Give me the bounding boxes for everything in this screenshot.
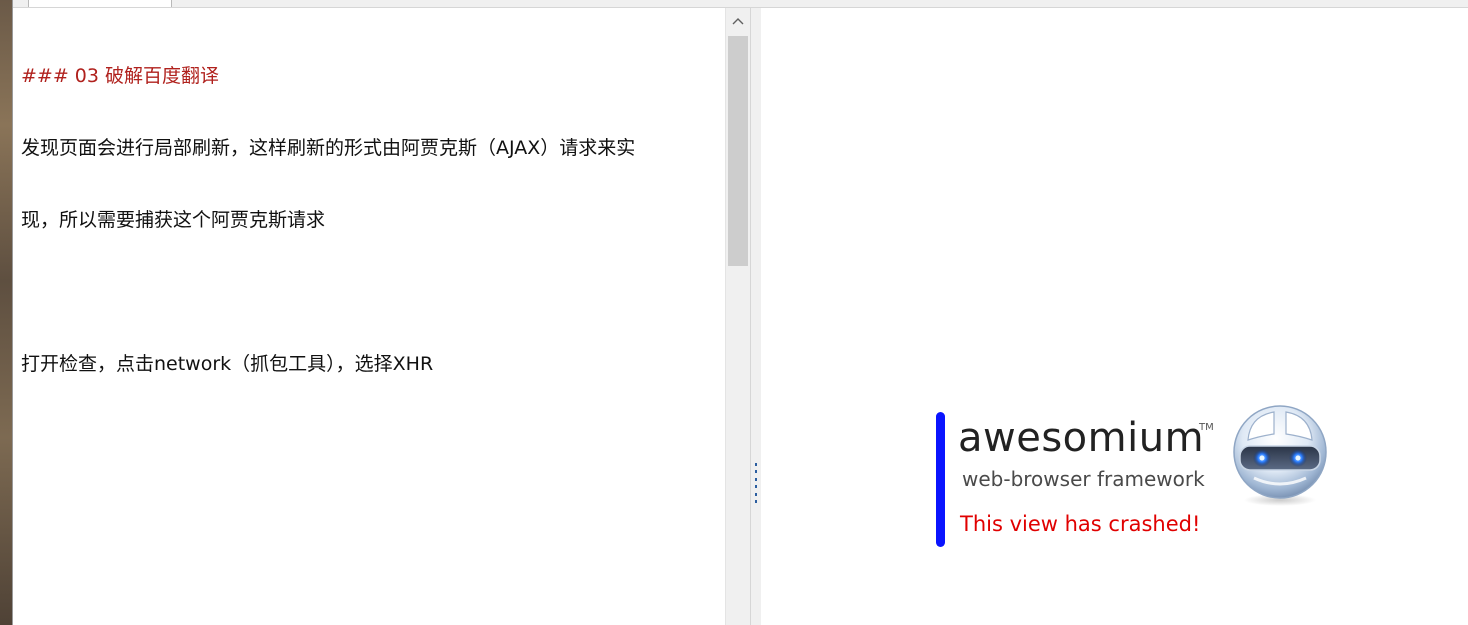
editor-line-heading: ### 03 破解百度翻译	[21, 65, 220, 87]
grip-dots-icon	[754, 463, 758, 503]
markdown-editor-window: ### 03 破解百度翻译 发现页面会进行局部刷新，这样刷新的形式由阿贾克斯（A…	[0, 0, 1468, 625]
crash-accent-bar	[936, 412, 945, 547]
tab-strip	[13, 0, 1468, 8]
crash-message: This view has crashed!	[960, 512, 1201, 536]
editor-vertical-scrollbar[interactable]	[725, 8, 750, 625]
markdown-editor-pane[interactable]: ### 03 破解百度翻译 发现页面会进行局部刷新，这样刷新的形式由阿贾克斯（A…	[13, 8, 725, 625]
active-document-tab[interactable]	[28, 0, 172, 7]
scroll-thumb[interactable]	[728, 36, 748, 266]
trademark-mark: TM	[1199, 422, 1214, 433]
editor-line-4: 打开检查，点击network（抓包工具），选择XHR	[21, 353, 434, 375]
scroll-up-button[interactable]	[726, 8, 750, 34]
editor-line-2: 现，所以需要捕获这个阿贾克斯请求	[21, 209, 326, 231]
chevron-up-icon	[732, 18, 744, 25]
background-window-edge	[0, 0, 12, 625]
brand-name: awesomium	[958, 415, 1205, 461]
awesomium-robot-orb-icon	[1233, 405, 1327, 506]
editor-line-1: 发现页面会进行局部刷新，这样刷新的形式由阿贾克斯（AJAX）请求来实	[21, 137, 636, 159]
crash-notice: awesomium TM web-browser framework This …	[936, 404, 1356, 549]
preview-pane: awesomium TM web-browser framework This …	[761, 8, 1468, 625]
editor-line-3	[21, 280, 721, 304]
editor-text-area[interactable]: ### 03 破解百度翻译 发现页面会进行局部刷新，这样刷新的形式由阿贾克斯（A…	[21, 16, 721, 424]
brand-tagline: web-browser framework	[962, 467, 1205, 491]
